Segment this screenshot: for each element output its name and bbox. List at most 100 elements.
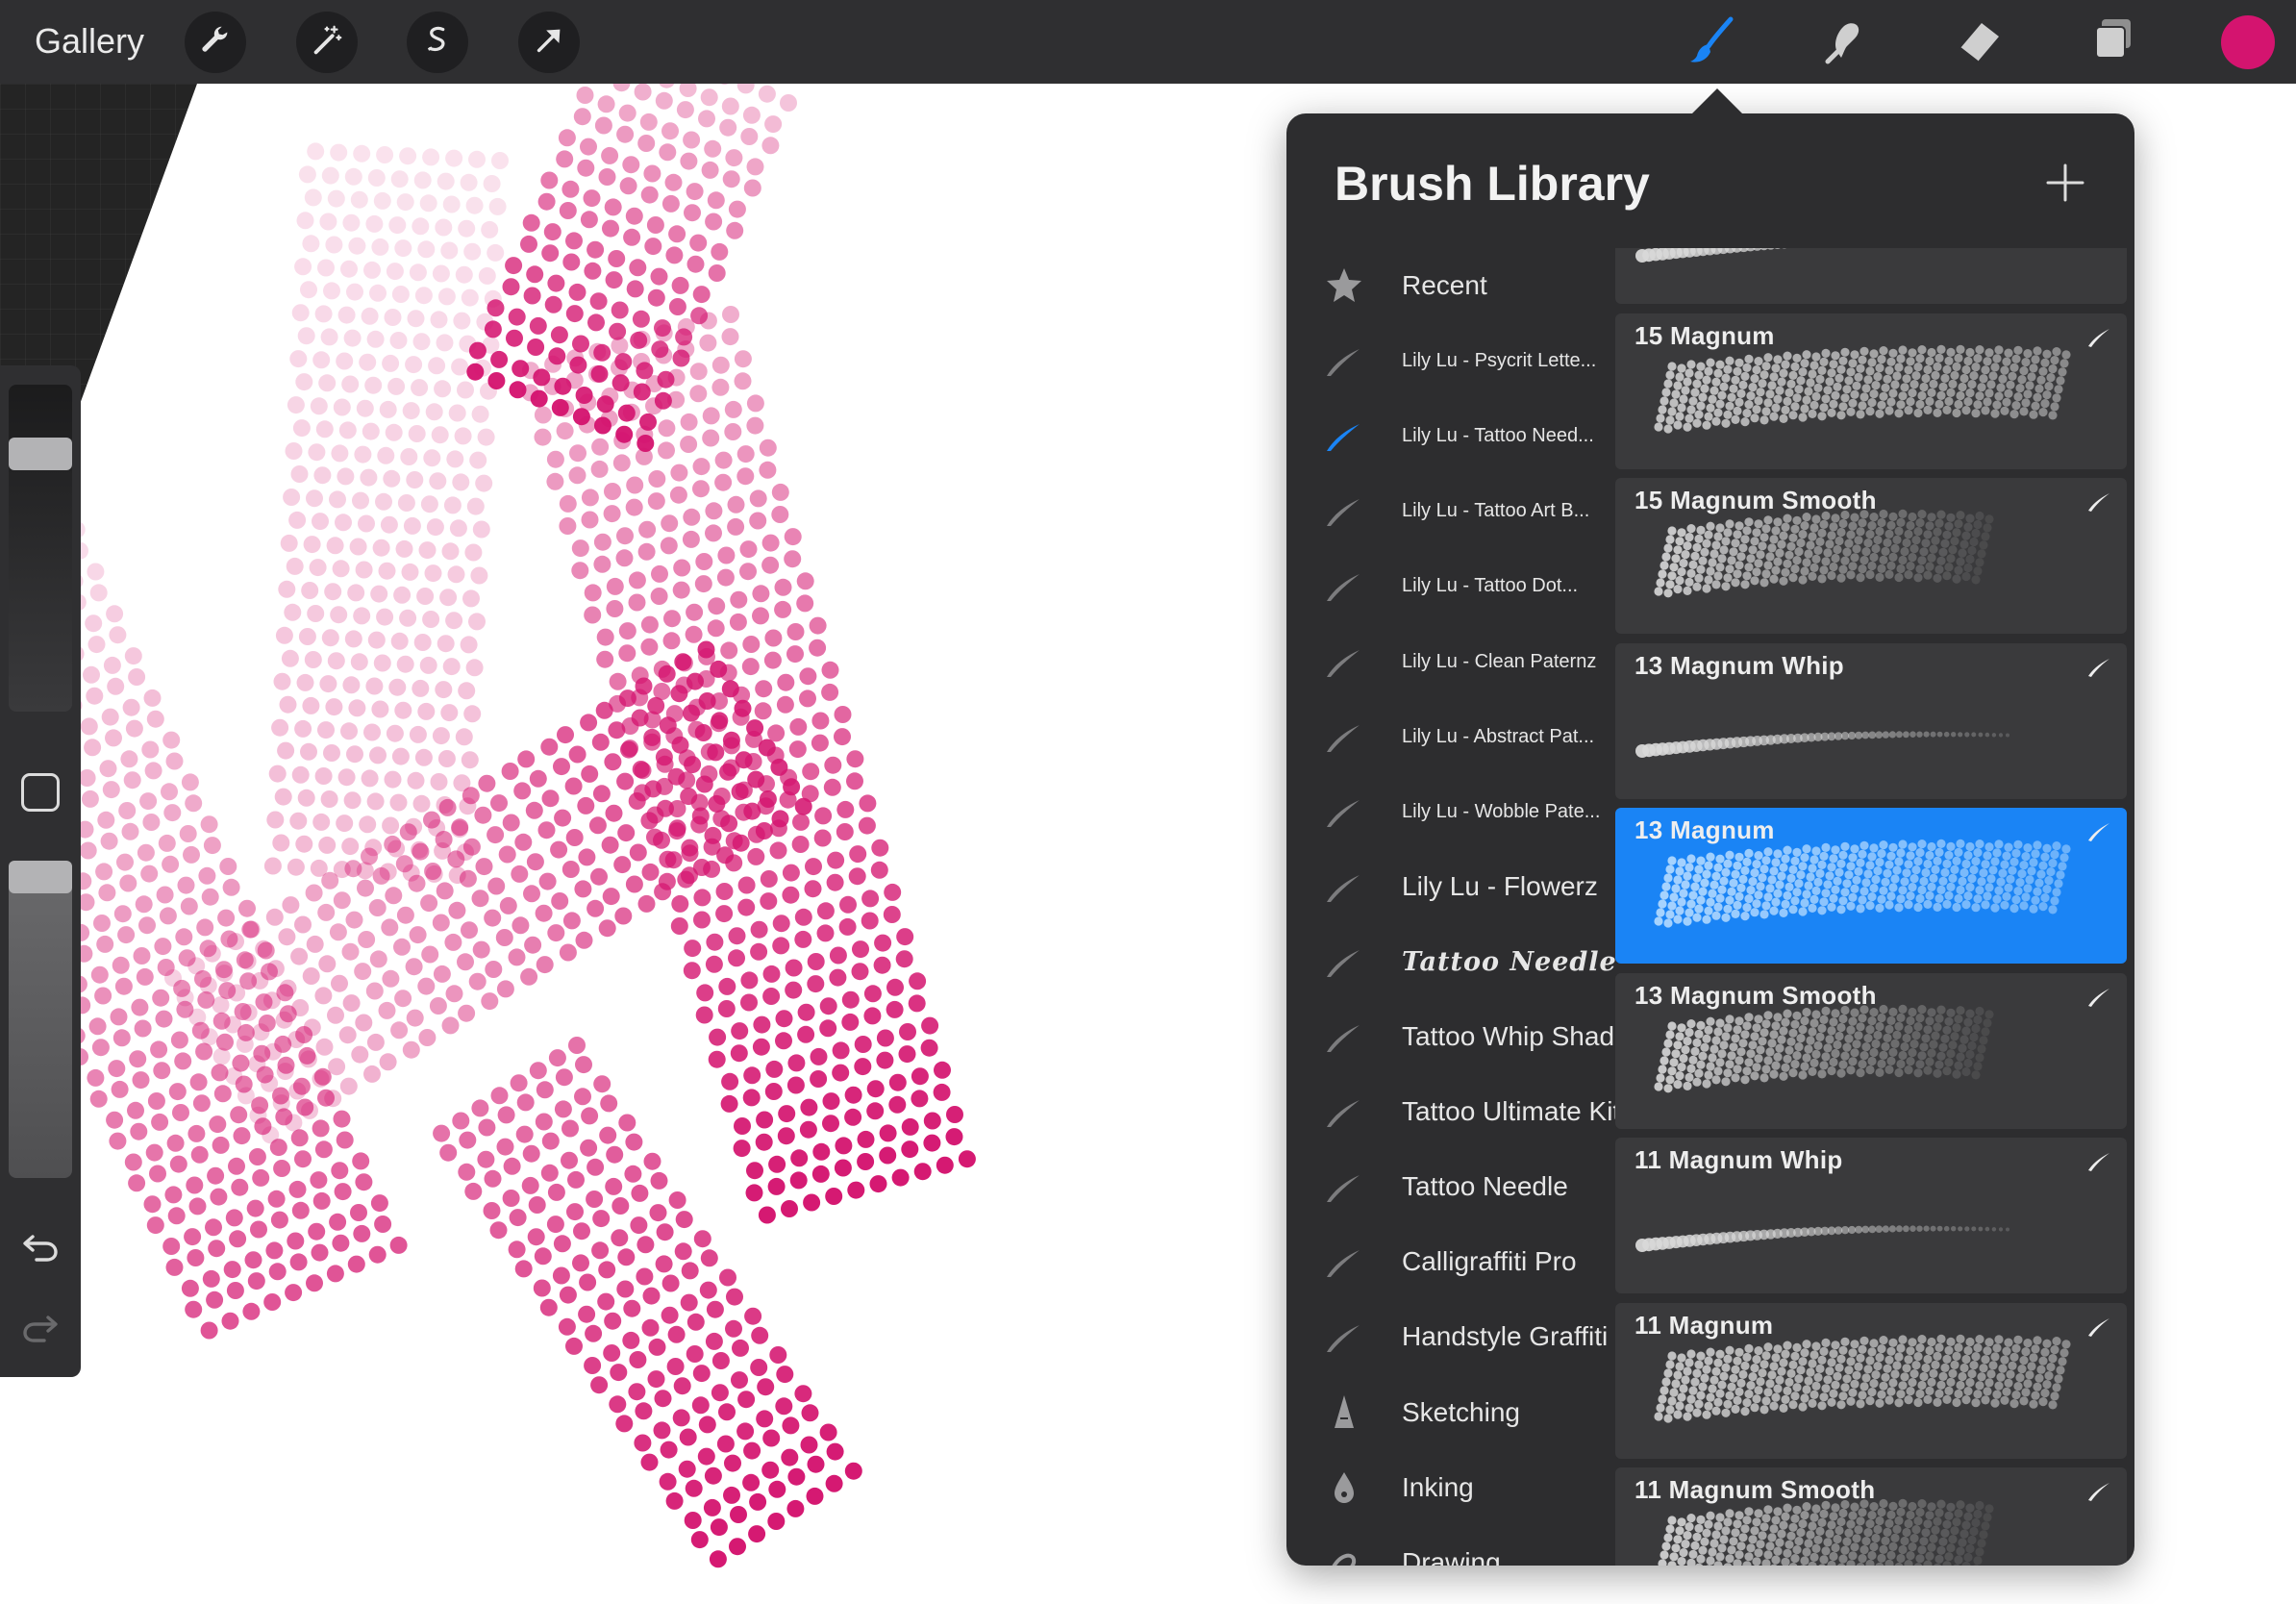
brush-name: 11 Magnum Smooth: [1635, 1475, 1876, 1504]
brush-set-item[interactable]: Tattoo Whip Shade: [1286, 999, 1618, 1074]
brush-type-icon: [2084, 1477, 2113, 1506]
top-toolbar: Gallery: [0, 0, 2296, 84]
brush-type-icon: [2084, 983, 2113, 1012]
redo-icon: [17, 1316, 63, 1354]
brush-stroke-icon: [1321, 413, 1367, 459]
opacity-slider[interactable]: [9, 861, 72, 1178]
brush-set-item[interactable]: Sketching: [1286, 1375, 1618, 1450]
smudge-tool-button[interactable]: [1816, 13, 1874, 71]
wrench-icon: [197, 22, 234, 63]
brush-set-item[interactable]: Tattoo Needles: [1286, 924, 1618, 999]
brush-stroke-icon: [1321, 1089, 1367, 1135]
brush-set-item[interactable]: Lily Lu - Wobble Pate...: [1286, 774, 1618, 849]
brush-set-item[interactable]: Lily Lu - Psycrit Lette...: [1286, 323, 1618, 398]
brush-card[interactable]: 13 Magnum Smooth: [1615, 973, 2127, 1129]
add-brush-button[interactable]: [2036, 154, 2094, 212]
brush-card[interactable]: 15 Magnum: [1615, 313, 2127, 469]
eraser-icon: [1953, 13, 2007, 72]
brush-set-label: Lily Lu - Tattoo Dot...: [1402, 574, 1579, 596]
brush-set-item[interactable]: Lily Lu - Tattoo Need...: [1286, 398, 1618, 473]
brush-list[interactable]: 15 Magnum 15 Magnum Smooth 13 Magnum Whip 1…: [1615, 248, 2127, 1566]
brush-set-item[interactable]: Handstyle Graffiti: [1286, 1299, 1618, 1374]
brush-name: 13 Magnum Smooth: [1635, 981, 1877, 1010]
brush-stroke-icon: [1321, 714, 1367, 760]
brush-card[interactable]: 13 Magnum Whip: [1615, 643, 2127, 799]
magic-wand-icon: [309, 22, 345, 63]
brush-stroke-icon: [1321, 1164, 1367, 1210]
brush-stroke-icon: [1321, 864, 1367, 910]
brush-card[interactable]: 11 Magnum: [1615, 1303, 2127, 1459]
color-swatch-button[interactable]: [2221, 15, 2275, 69]
brush-stroke-icon: [1321, 338, 1367, 384]
brush-card[interactable]: 13 Magnum: [1615, 808, 2127, 964]
brush-set-label: Lily Lu - Psycrit Lette...: [1402, 349, 1597, 371]
brush-set-item[interactable]: Recent: [1286, 248, 1618, 323]
brush-stroke-icon: [1321, 789, 1367, 835]
brush-set-item[interactable]: Lily Lu - Tattoo Art B...: [1286, 473, 1618, 548]
brush-set-label: Drawing: [1402, 1547, 1501, 1566]
adjustments-button[interactable]: [296, 12, 358, 73]
brush-card[interactable]: 11 Magnum Smooth: [1615, 1467, 2127, 1566]
star-icon: [1321, 263, 1367, 309]
brush-type-icon: [2084, 488, 2113, 516]
brush-set-item[interactable]: Tattoo Needle: [1286, 1149, 1618, 1224]
brush-card[interactable]: 15 Magnum Smooth: [1615, 478, 2127, 634]
brush-size-thumb[interactable]: [9, 438, 72, 470]
brush-name: 13 Magnum: [1635, 815, 1775, 844]
brush-set-label: Inking: [1402, 1472, 1474, 1502]
brush-set-list[interactable]: Recent Lily Lu - Psycrit Lette... Lily Lu …: [1286, 248, 1618, 1566]
transform-arrow-icon: [531, 22, 567, 63]
transform-button[interactable]: [518, 12, 580, 73]
eraser-tool-button[interactable]: [1951, 13, 2009, 71]
brush-set-label: Lily Lu - Tattoo Art B...: [1402, 499, 1590, 521]
drawing-icon: [1321, 1540, 1367, 1566]
selection-icon: [419, 22, 456, 63]
plus-icon: [2036, 163, 2094, 215]
brush-set-item[interactable]: Tattoo Ultimate Kit: [1286, 1074, 1618, 1149]
selection-button[interactable]: [407, 12, 468, 73]
brush-set-label: Lily Lu - Tattoo Need...: [1402, 424, 1594, 446]
brush-card[interactable]: [1615, 248, 2127, 304]
brush-set-label: Lily Lu - Flowerz: [1402, 871, 1598, 901]
brush-type-icon: [2084, 1147, 2113, 1176]
brush-name: 15 Magnum: [1635, 321, 1775, 350]
undo-icon: [17, 1235, 63, 1273]
brush-icon: [1685, 13, 1739, 72]
brush-set-label: Recent: [1402, 270, 1487, 300]
brush-set-item[interactable]: Inking: [1286, 1450, 1618, 1525]
procreate-app: Gallery Brush Library Recent Lily Lu - P…: [0, 0, 2296, 1604]
brush-set-item[interactable]: Calligraffiti Pro: [1286, 1224, 1618, 1299]
brush-stroke-icon: [1321, 939, 1367, 985]
layers-button[interactable]: [2084, 13, 2142, 71]
brush-type-icon: [2084, 1313, 2113, 1341]
smudge-icon: [1818, 13, 1872, 72]
brush-type-icon: [2084, 817, 2113, 846]
brush-stroke-icon: [1321, 1239, 1367, 1285]
brush-set-label: Calligraffiti Pro: [1402, 1246, 1577, 1276]
brush-tool-button[interactable]: [1684, 13, 1741, 71]
undo-button[interactable]: [17, 1223, 63, 1269]
layers-icon: [2086, 13, 2140, 72]
brush-set-item[interactable]: Drawing: [1286, 1525, 1618, 1566]
brush-set-item[interactable]: Lily Lu - Flowerz: [1286, 849, 1618, 924]
brush-type-icon: [2084, 653, 2113, 682]
brush-card[interactable]: 11 Magnum Whip: [1615, 1138, 2127, 1293]
popover-caret: [1690, 88, 1744, 115]
brush-stroke-icon: [1321, 488, 1367, 534]
pencil-tip-icon: [1321, 1390, 1367, 1436]
brush-set-label: Lily Lu - Clean Paternz: [1402, 650, 1597, 672]
brush-type-icon: [2084, 323, 2113, 352]
opacity-thumb[interactable]: [9, 861, 72, 893]
brush-set-label: Lily Lu - Abstract Pat...: [1402, 725, 1595, 747]
brush-set-item[interactable]: Lily Lu - Clean Paternz: [1286, 624, 1618, 699]
brush-name: 11 Magnum Whip: [1635, 1145, 1843, 1174]
brush-set-item[interactable]: Lily Lu - Abstract Pat...: [1286, 699, 1618, 774]
redo-button[interactable]: [17, 1304, 63, 1350]
brush-set-item[interactable]: Lily Lu - Tattoo Dot...: [1286, 548, 1618, 623]
modify-square-icon[interactable]: [21, 773, 60, 812]
brush-set-label: Sketching: [1402, 1397, 1520, 1427]
brush-set-label: Lily Lu - Wobble Pate...: [1402, 800, 1601, 822]
actions-button[interactable]: [185, 12, 246, 73]
gallery-button[interactable]: Gallery: [35, 17, 144, 65]
brush-size-slider[interactable]: [9, 385, 72, 712]
